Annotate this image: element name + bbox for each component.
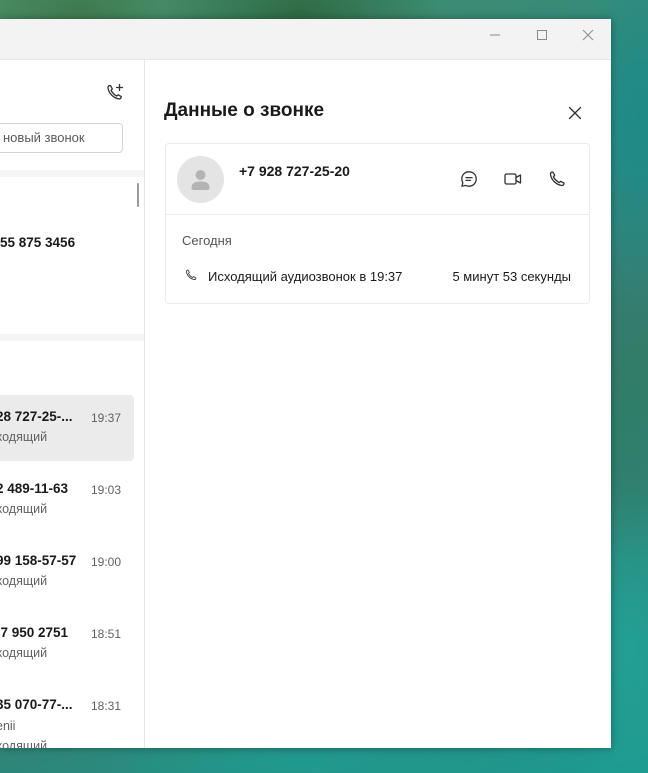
video-call-button[interactable] [498,165,528,193]
call-details-panel: Данные о звонке +7 928 727-25-20 Сегодня… [145,60,611,748]
title-bar [0,19,611,60]
video-icon [504,173,522,185]
section-separator [0,334,144,341]
close-details-button[interactable] [562,100,588,126]
call-number: 99 158-57-57 [0,553,77,568]
maximize-icon [537,30,547,40]
call-list-item[interactable]: 28 727-25-... ходящий 19:37 [0,395,134,461]
call-direction: ходящий [0,646,48,660]
app-window: новый звонок 55 875 3456 28 727-25-... х… [0,19,611,748]
phone-plus-icon [107,83,124,100]
call-number: 2 489-11-63 [0,481,69,496]
call-details-card: +7 928 727-25-20 Сегодня Исходящий аудио… [165,143,590,304]
call-log-duration: 5 минут 53 секунды [452,269,571,284]
call-direction: ходящий [0,502,48,516]
call-time: 19:03 [91,483,122,497]
call-direction: ходящий [0,430,48,444]
call-time: 19:37 [91,411,122,425]
call-list-item[interactable]: 2 489-11-63 ходящий 19:03 [0,467,134,533]
contact-phone-number: +7 928 727-25-20 [239,163,350,179]
call-log-entry-icon-wrap [184,268,198,287]
chat-icon [461,171,477,187]
call-direction: ходящий [0,574,48,588]
message-button[interactable] [454,165,484,193]
avatar [177,156,224,203]
contact-header: +7 928 727-25-20 [166,144,589,215]
call-history-panel: новый звонок 55 875 3456 28 727-25-... х… [0,60,145,748]
close-icon [568,106,582,120]
call-log-description: Исходящий аудиозвонок в 19:37 [208,269,403,284]
contact-number[interactable]: 55 875 3456 [0,235,75,250]
details-title: Данные о звонке [164,100,325,121]
person-icon [191,170,210,190]
maximize-button[interactable] [519,19,565,51]
call-time: 19:00 [91,555,122,569]
call-number: 35 070-77-... [0,697,73,712]
call-number: -7 950 2751 [0,625,69,640]
audio-call-button[interactable] [542,165,572,193]
close-icon [582,29,594,41]
call-direction: ходящий [0,739,48,748]
new-call-button[interactable] [102,79,128,105]
call-time: 18:31 [91,699,122,713]
window-close-button[interactable] [565,19,611,51]
minimize-button[interactable] [472,19,518,51]
section-separator [0,170,144,177]
search-input[interactable]: новый звонок [0,123,123,153]
phone-icon [549,171,565,187]
call-time: 18:51 [91,627,122,641]
day-label: Сегодня [182,233,232,248]
scrollbar-thumb[interactable] [137,183,139,207]
call-list-item[interactable]: 99 158-57-57 ходящий 19:00 [0,539,134,605]
call-list-item[interactable]: 35 070-77-... enii ходящий 18:31 [0,683,134,748]
phone-icon [186,269,197,280]
call-number: 28 727-25-... [0,409,73,424]
call-contact-name: enii [0,719,16,733]
minimize-icon [490,34,500,36]
call-list-item[interactable]: -7 950 2751 ходящий 18:51 [0,611,134,677]
